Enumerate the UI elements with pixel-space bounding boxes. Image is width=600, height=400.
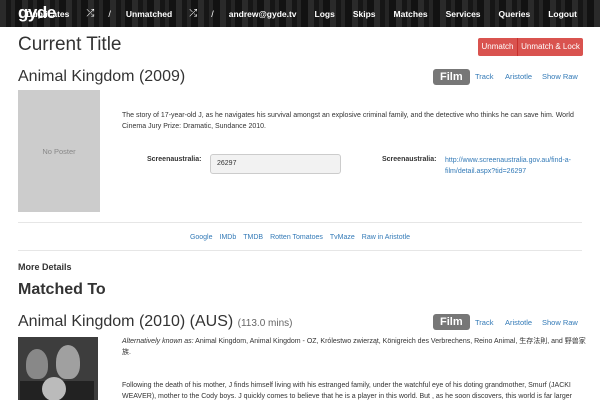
matched-poster-image	[18, 337, 98, 400]
tvmaze-link[interactable]: TvMaze	[330, 234, 355, 241]
screenaustralia-url-label: Screenaustralia:	[382, 156, 437, 163]
imdb-link[interactable]: IMDb	[220, 234, 237, 241]
film-type-badge: Film	[433, 69, 470, 85]
unmatch-lock-button[interactable]: Unmatch & Lock	[518, 38, 583, 56]
nav-menu: Duplicates ⤮ / Unmatched ⤮ / andrew@gyde…	[17, 0, 586, 27]
nav-logs[interactable]: Logs	[306, 9, 344, 19]
nav-logout[interactable]: Logout	[539, 9, 586, 19]
screenaustralia-url-link[interactable]: http://www.screenaustralia.gov.au/find-a…	[445, 155, 585, 177]
matched-runtime: (113.0 mins)	[237, 318, 293, 329]
aristotle-link[interactable]: Aristotle	[505, 72, 532, 81]
current-film-title: Animal Kingdom (2009)	[18, 68, 185, 86]
rotten-tomatoes-link[interactable]: Rotten Tomatoes	[270, 234, 323, 241]
no-poster-placeholder: No Poster	[18, 90, 100, 212]
nav-skips[interactable]: Skips	[344, 9, 385, 19]
alternate-titles: Alternatively known as: Animal Kingdom, …	[122, 336, 592, 358]
track-link[interactable]: Track	[475, 318, 493, 327]
top-navbar: gyde Duplicates ⤮ / Unmatched ⤮ / andrew…	[0, 0, 600, 27]
google-link[interactable]: Google	[190, 234, 213, 241]
show-raw-link[interactable]: Show Raw	[542, 72, 578, 81]
matched-film-name: Animal Kingdom (2010) (AUS)	[18, 313, 234, 330]
nav-queries[interactable]: Queries	[490, 9, 540, 19]
nav-unmatched[interactable]: Unmatched	[117, 9, 181, 19]
shuffle-icon[interactable]: ⤮	[78, 8, 102, 19]
shuffle-icon[interactable]: ⤮	[181, 8, 205, 19]
matched-film-title: Animal Kingdom (2010) (AUS) (113.0 mins)	[18, 313, 293, 331]
nav-separator: /	[108, 8, 111, 19]
divider	[18, 250, 582, 251]
current-title-heading: Current Title	[18, 34, 122, 55]
nav-user[interactable]: andrew@gyde.tv	[220, 9, 306, 19]
screenaustralia-field-label: Screenaustralia:	[147, 156, 202, 163]
show-raw-link[interactable]: Show Raw	[542, 318, 578, 327]
current-synopsis: The story of 17-year-old J, as he naviga…	[122, 112, 574, 130]
no-poster-text: No Poster	[42, 146, 76, 156]
more-details-toggle[interactable]: More Details	[18, 262, 72, 272]
tmdb-link[interactable]: TMDB	[243, 234, 263, 241]
track-link[interactable]: Track	[475, 72, 493, 81]
nav-separator: /	[211, 8, 214, 19]
matched-to-heading: Matched To	[18, 281, 106, 298]
film-type-badge: Film	[433, 314, 470, 330]
external-links: Google IMDb TMDB Rotten Tomatoes TvMaze …	[0, 234, 600, 241]
aka-label: Alternatively known as:	[122, 338, 194, 345]
nav-duplicates[interactable]: Duplicates	[17, 9, 78, 19]
aristotle-link[interactable]: Aristotle	[505, 318, 532, 327]
current-film-name: Animal Kingdom (2009)	[18, 68, 186, 85]
divider	[18, 222, 582, 223]
screenaustralia-id-input[interactable]: 26297	[210, 154, 341, 174]
unmatch-button[interactable]: Unmatch	[478, 38, 518, 56]
raw-in-aristotle-link[interactable]: Raw in Aristotle	[362, 234, 410, 241]
nav-matches[interactable]: Matches	[385, 9, 437, 19]
nav-services[interactable]: Services	[437, 9, 490, 19]
matched-synopsis: Following the death of his mother, J fin…	[122, 382, 573, 400]
